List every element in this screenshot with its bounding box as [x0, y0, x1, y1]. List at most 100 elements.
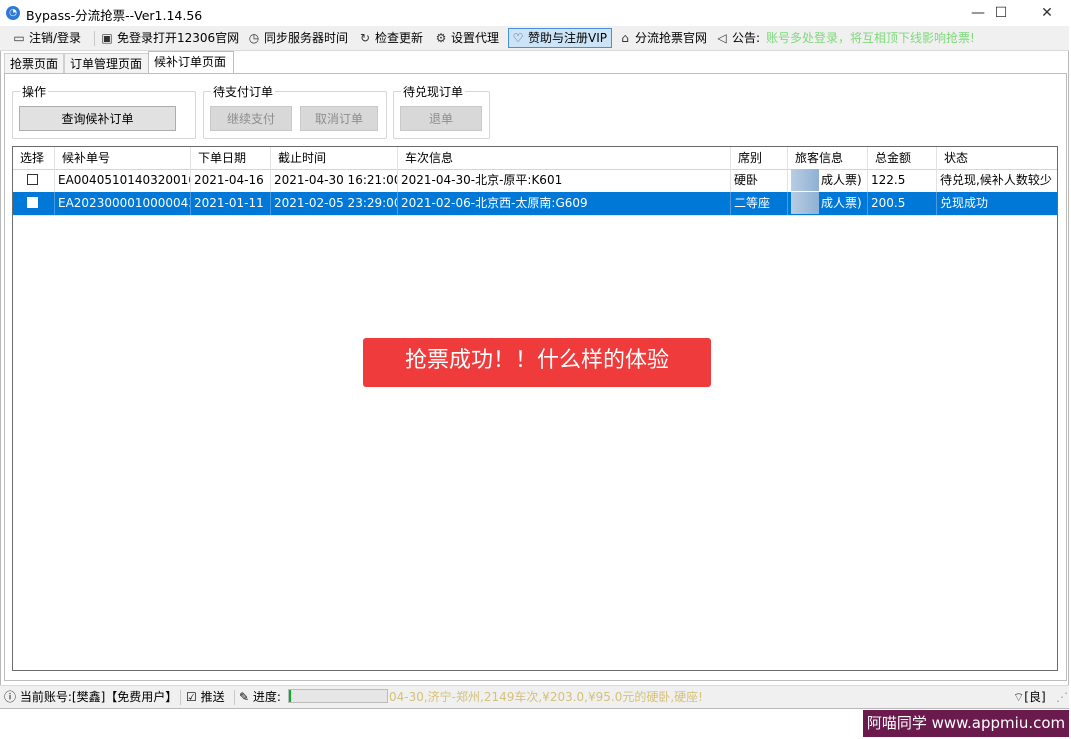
progress-label-wrap: ✎ 进度: — [239, 689, 281, 705]
col-seat[interactable]: 席别 — [731, 147, 788, 169]
passenger-type: 成人票) — [821, 196, 862, 210]
clock-icon: ◷ — [248, 31, 260, 45]
toolbar: ▭ 注销/登录 ▣ 免登录打开12306官网 ◷ 同步服务器时间 ↻ 检查更新 ⚙ 设置代… — [0, 26, 1069, 51]
monitor-icon: ▭ — [13, 31, 25, 45]
status-bar: ⓘ 当前账号:[樊鑫]【免费用户】 ☑ 推送 ✎ 进度: 04-30,济宁-郑州… — [0, 685, 1069, 708]
success-toast: 抢票成功！！什么样的体验 — [363, 338, 711, 387]
tab-grab-ticket[interactable]: 抢票页面 — [4, 53, 64, 73]
redacted-name — [791, 192, 819, 214]
tab-order-management[interactable]: 订单管理页面 — [64, 53, 149, 73]
continue-pay-button[interactable]: 继续支付 — [210, 106, 292, 131]
push-label: 推送 — [200, 690, 225, 704]
vip-label: 赞助与注册VIP — [528, 31, 607, 45]
col-select[interactable]: 选择 — [13, 147, 55, 169]
window-title: Bypass-分流抢票--Ver1.14.56 — [26, 8, 203, 23]
resize-grip-icon[interactable]: ⋰ — [1056, 689, 1068, 705]
proxy-button[interactable]: ⚙ 设置代理 — [434, 29, 499, 47]
toolbar-divider — [94, 31, 95, 46]
waitlist-table[interactable]: 选择 候补单号 下单日期 截止时间 车次信息 席别 旅客信息 总金额 状态 EA… — [12, 146, 1058, 671]
open-12306-label: 免登录打开12306官网 — [117, 31, 240, 45]
col-train[interactable]: 车次信息 — [398, 147, 731, 169]
order-date-cell: 2021-04-16 — [191, 169, 271, 192]
col-deadline[interactable]: 截止时间 — [271, 147, 398, 169]
col-order-date[interactable]: 下单日期 — [191, 147, 271, 169]
notice-label: 公告: — [732, 31, 761, 45]
push-toggle[interactable]: ☑ 推送 — [186, 689, 225, 705]
progress-fill — [289, 690, 291, 702]
status-divider — [234, 690, 235, 705]
proxy-label: 设置代理 — [451, 31, 500, 45]
row-checkbox[interactable] — [27, 174, 38, 185]
close-button[interactable]: ✕ — [1024, 0, 1070, 26]
select-cell — [13, 192, 55, 215]
heart-icon: ♡ — [512, 31, 524, 45]
speaker-icon: ◁ — [717, 31, 727, 45]
info-icon: ⓘ — [4, 690, 17, 704]
status-cell: 兑现成功 — [940, 196, 989, 210]
train-cell: 2021-02-06-北京西-太原南:G609 — [398, 192, 731, 215]
row-checkbox[interactable] — [27, 197, 38, 208]
redacted-name — [791, 169, 819, 191]
check-update-button[interactable]: ↻ 检查更新 — [358, 29, 423, 47]
order-id-cell: EA2023000010000043 — [55, 192, 191, 215]
window-icon: ▣ — [101, 31, 113, 45]
maximize-button[interactable]: ☐ — [978, 0, 1024, 26]
deadline-cell: 2021-04-30 16:21:00 — [271, 169, 398, 192]
group-operate: 操作 查询候补订单 — [12, 83, 196, 139]
title-bar: ◔ Bypass-分流抢票--Ver1.14.56 — ☐ ✕ — [0, 0, 1071, 26]
table-row[interactable]: EA0040510140320010 2021-04-16 2021-04-30… — [13, 169, 1057, 193]
progress-bar — [288, 689, 388, 703]
tab-waitlist-orders[interactable]: 候补订单页面 — [148, 51, 234, 74]
account-label: 当前账号:[樊鑫]【免费用户】 — [19, 690, 178, 704]
passenger-cell: 成人票) — [788, 169, 868, 192]
status-cell: 待兑现,候补人数较少 — [940, 173, 1052, 187]
vip-button[interactable]: ♡ 赞助与注册VIP — [508, 28, 612, 48]
deadline-cell: 2021-02-05 23:29:00 — [271, 192, 398, 215]
notice: ◁ 公告: 账号多处登录，将互相顶下线影响抢票! — [715, 29, 975, 47]
passenger-cell: 成人票) — [788, 192, 868, 215]
refund-button[interactable]: 退单 — [400, 106, 482, 131]
account-status: ⓘ 当前账号:[樊鑫]【免费用户】 — [4, 689, 177, 705]
signal-status: ⌔[良] — [1013, 689, 1046, 705]
col-order-id[interactable]: 候补单号 — [55, 147, 191, 169]
sync-time-label: 同步服务器时间 — [264, 31, 349, 45]
table-row[interactable]: EA2023000010000043 2021-01-11 2021-02-05… — [13, 192, 1057, 216]
col-amount[interactable]: 总金额 — [868, 147, 937, 169]
official-site-label: 分流抢票官网 — [635, 31, 708, 45]
train-cell: 2021-04-30-北京-原平:K601 — [398, 169, 731, 192]
status-divider — [180, 690, 181, 705]
watermark: 阿喵同学 www.appmiu.com — [863, 710, 1069, 737]
official-site-button[interactable]: ⌂ 分流抢票官网 — [618, 29, 707, 47]
progress-label: 进度: — [252, 690, 281, 704]
logout-button[interactable]: ▭ 注销/登录 — [12, 29, 81, 47]
seat-cell: 硬卧 — [731, 169, 788, 192]
amount-cell: 122.5 — [868, 169, 937, 192]
col-status[interactable]: 状态 — [937, 147, 1057, 169]
refresh-icon: ↻ — [359, 31, 371, 45]
logout-label: 注销/登录 — [29, 31, 82, 45]
group-pending-redeem: 待兑现订单 退单 — [393, 83, 490, 139]
open-12306-button[interactable]: ▣ 免登录打开12306官网 — [100, 29, 239, 47]
cancel-order-button[interactable]: 取消订单 — [300, 106, 378, 131]
select-cell — [13, 169, 55, 192]
notice-text: 账号多处登录，将互相顶下线影响抢票! — [766, 31, 975, 45]
col-passenger[interactable]: 旅客信息 — [788, 147, 868, 169]
group-operate-label: 操作 — [20, 83, 49, 100]
group-pending-pay-label: 待支付订单 — [211, 83, 276, 100]
seat-cell: 二等座 — [731, 192, 788, 215]
sync-time-button[interactable]: ◷ 同步服务器时间 — [247, 29, 348, 47]
wifi-icon: ⌔ — [1013, 690, 1025, 704]
app-logo-icon: ◔ — [6, 6, 20, 20]
home-icon: ⌂ — [621, 31, 629, 45]
check-update-label: 检查更新 — [375, 31, 424, 45]
order-id-cell: EA0040510140320010 — [55, 169, 191, 192]
group-pending-redeem-label: 待兑现订单 — [401, 83, 466, 100]
table-header: 选择 候补单号 下单日期 截止时间 车次信息 席别 旅客信息 总金额 状态 — [13, 147, 1057, 170]
gear-icon: ⚙ — [435, 31, 447, 45]
amount-cell: 200.5 — [868, 192, 937, 215]
order-date-cell: 2021-01-11 — [191, 192, 271, 215]
signal-label: [良] — [1024, 690, 1046, 704]
group-pending-pay: 待支付订单 继续支付 取消订单 — [203, 83, 387, 139]
passenger-type: 成人票) — [821, 173, 862, 187]
query-waitlist-button[interactable]: 查询候补订单 — [19, 106, 176, 131]
